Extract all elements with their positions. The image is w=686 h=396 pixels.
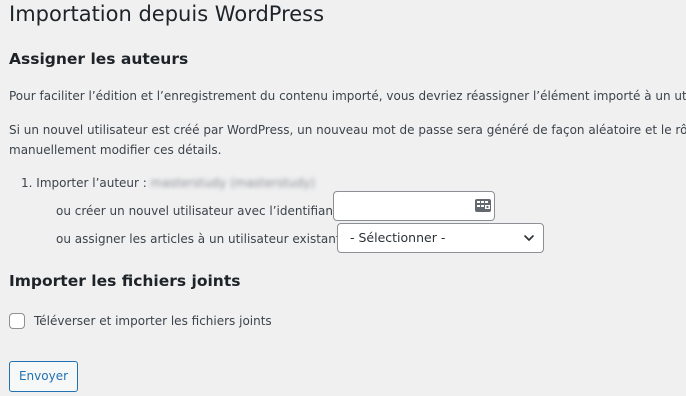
assign-existing-user-label: ou assigner les articles à un utilisateu… [56, 232, 349, 246]
author-name-blurred: masterstudy (masterstudy) [150, 176, 316, 190]
new-user-paragraph-line-1: Si un nouvel utilisateur est créé par Wo… [9, 123, 686, 137]
import-attachments-heading: Importer les fichiers joints [9, 272, 241, 290]
import-attachments-label[interactable]: Téléverser et importer les fichiers join… [34, 313, 272, 329]
import-author-label: Importer l’auteur : [36, 176, 147, 190]
list-number: 1. [21, 176, 33, 190]
page-title: Importation depuis WordPress [9, 2, 325, 26]
assign-authors-heading: Assigner les auteurs [9, 50, 189, 68]
existing-user-select[interactable]: - Sélectionner - [337, 223, 544, 253]
create-user-label: ou créer un nouvel utilisateur avec l’id… [56, 204, 346, 218]
select-current-value: - Sélectionner - [350, 230, 446, 245]
submit-button[interactable]: Envoyer [9, 361, 78, 392]
import-attachments-checkbox[interactable] [9, 313, 25, 329]
chevron-down-icon [524, 235, 534, 241]
author-row: 1. Importer l’auteur : masterstudy (mast… [21, 175, 315, 191]
new-user-paragraph-line-2: manuellement modifier ces détails. [9, 143, 222, 157]
import-page: Importation depuis WordPress Assigner le… [0, 0, 686, 396]
new-user-login-input[interactable] [333, 191, 495, 221]
id-card-icon[interactable] [474, 197, 492, 215]
assign-authors-paragraph: Pour faciliter l’édition et l’enregistre… [9, 89, 686, 103]
